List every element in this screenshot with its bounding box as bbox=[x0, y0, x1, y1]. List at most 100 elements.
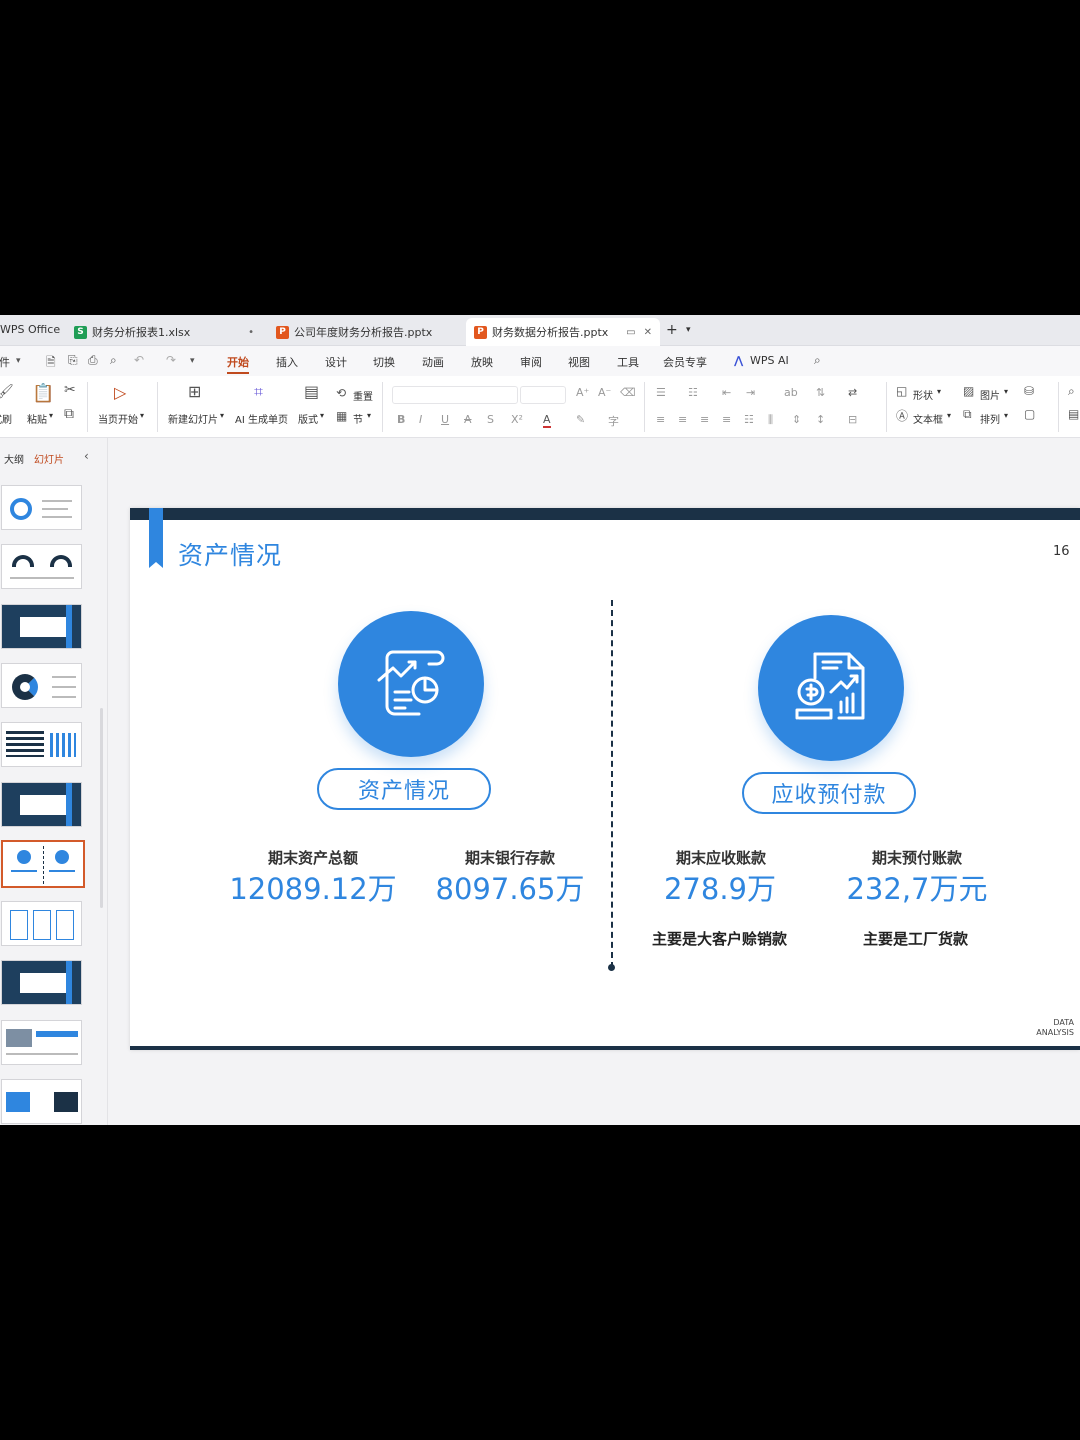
search-icon[interactable]: ⌕ bbox=[814, 353, 821, 368]
clear-format-icon[interactable]: ⌫ bbox=[620, 386, 636, 399]
menu-member[interactable]: 会员专享 bbox=[663, 354, 707, 370]
layout-button[interactable]: 版式 bbox=[298, 411, 318, 426]
redo-icon[interactable]: ↷ bbox=[166, 353, 176, 367]
text-align-box-icon[interactable]: ⊟ bbox=[848, 413, 857, 426]
new-slide-button[interactable]: 新建幻灯片 bbox=[168, 411, 218, 426]
paste-button[interactable]: 粘贴 bbox=[27, 411, 47, 426]
align-right-icon[interactable]: ≡ bbox=[700, 413, 709, 426]
format-painter-icon[interactable]: 🖌 bbox=[0, 384, 14, 400]
monitor-icon[interactable]: ▭ bbox=[626, 327, 635, 338]
italic-icon[interactable]: I bbox=[419, 413, 422, 426]
fill-icon[interactable]: ⛁ bbox=[1024, 384, 1034, 398]
grow-font-icon[interactable]: A⁺ bbox=[576, 386, 589, 399]
menu-wps-ai[interactable]: WPS AI bbox=[750, 354, 789, 367]
chevron-down-icon[interactable]: ▾ bbox=[16, 356, 21, 366]
slide-thumbnail[interactable] bbox=[1, 1020, 82, 1065]
chevron-down-icon[interactable]: ▾ bbox=[190, 356, 195, 366]
shape-icon[interactable]: ◱ bbox=[896, 384, 907, 398]
slide-thumbnail[interactable] bbox=[1, 604, 82, 649]
slide-title[interactable]: 资产情况 bbox=[178, 536, 282, 572]
menu-transition[interactable]: 切换 bbox=[373, 354, 395, 370]
print-preview-icon[interactable]: ⌕ bbox=[110, 353, 117, 368]
format-painter-button[interactable]: 格式刷 bbox=[0, 411, 12, 426]
arrange-icon[interactable]: ⧉ bbox=[963, 407, 972, 422]
play-icon[interactable]: ▷ bbox=[114, 383, 126, 402]
slide-thumbnail-current[interactable] bbox=[1, 840, 85, 888]
columns-icon[interactable]: ⫼ bbox=[768, 413, 773, 427]
reset-button[interactable]: 重置 bbox=[353, 388, 373, 403]
play-from-current-button[interactable]: 当页开始 bbox=[98, 411, 138, 426]
undo-icon[interactable]: ↶ bbox=[134, 353, 144, 367]
strikethrough-icon[interactable]: A bbox=[464, 413, 472, 426]
textbox-icon[interactable]: Ⓐ bbox=[896, 407, 908, 424]
decrease-indent-icon[interactable]: ⇤ bbox=[722, 386, 731, 399]
copy-icon[interactable]: ⧉ bbox=[64, 406, 74, 422]
app-name[interactable]: WPS Office bbox=[0, 323, 60, 336]
menu-review[interactable]: 审阅 bbox=[520, 354, 542, 370]
line-spacing-icon[interactable]: ⇕ bbox=[792, 413, 801, 426]
tab-pptx-active[interactable]: P 财务数据分析报告.pptx ▭ ✕ bbox=[466, 318, 660, 346]
chevron-down-icon[interactable]: ▾ bbox=[140, 411, 144, 420]
menu-animation[interactable]: 动画 bbox=[422, 354, 444, 370]
numbered-list-icon[interactable]: ☷ bbox=[688, 386, 698, 399]
shadow-icon[interactable]: S bbox=[487, 413, 494, 426]
textbox-button[interactable]: 文本框 bbox=[913, 411, 943, 426]
distribute-icon[interactable]: ☷ bbox=[744, 413, 754, 426]
superscript-icon[interactable]: X² bbox=[511, 413, 523, 426]
paste-icon[interactable]: 📋 bbox=[32, 383, 54, 404]
chevron-down-icon[interactable]: ▾ bbox=[1004, 387, 1008, 396]
chevron-down-icon[interactable]: ▾ bbox=[1004, 411, 1008, 420]
tab-outline[interactable]: 大纲 bbox=[4, 451, 24, 466]
save-icon[interactable]: 🗎 bbox=[46, 353, 56, 374]
chevron-down-icon[interactable]: ▾ bbox=[367, 411, 371, 420]
slide-thumbnail[interactable] bbox=[1, 901, 82, 946]
convert-smartart-icon[interactable]: ⇄ bbox=[848, 386, 857, 399]
slide-thumbnail[interactable] bbox=[1, 544, 82, 589]
slide-thumbnail[interactable] bbox=[1, 960, 82, 1005]
export-icon[interactable]: ⎘ bbox=[68, 353, 78, 368]
justify-icon[interactable]: ≡ bbox=[722, 413, 731, 426]
chevron-down-icon[interactable]: ▾ bbox=[320, 411, 324, 420]
picture-button[interactable]: 图片 bbox=[980, 387, 1000, 402]
tab-xlsx[interactable]: S 财务分析报表1.xlsx • bbox=[66, 318, 262, 346]
new-slide-icon[interactable]: ⊞ bbox=[188, 382, 201, 401]
chevron-down-icon[interactable]: ▾ bbox=[937, 387, 941, 396]
font-family-select[interactable] bbox=[392, 386, 518, 404]
tab-slides[interactable]: 幻灯片 bbox=[34, 451, 64, 466]
shape-button[interactable]: 形状 bbox=[913, 387, 933, 402]
reset-icon[interactable]: ⟲ bbox=[336, 386, 346, 400]
slide-thumbnail[interactable] bbox=[1, 663, 82, 708]
cut-icon[interactable]: ✂ bbox=[64, 382, 76, 398]
menu-insert[interactable]: 插入 bbox=[276, 354, 298, 370]
picture-icon[interactable]: ▨ bbox=[963, 384, 974, 398]
shrink-font-icon[interactable]: A⁻ bbox=[598, 386, 611, 399]
arrange-button[interactable]: 排列 bbox=[980, 411, 1000, 426]
ai-page-button[interactable]: AI 生成单页 bbox=[235, 411, 288, 426]
receivables-section-label[interactable]: 应收预付款 bbox=[742, 772, 916, 814]
para-spacing-icon[interactable]: ↕ bbox=[816, 413, 825, 426]
slide-thumbnail[interactable] bbox=[1, 722, 82, 767]
increase-indent-icon[interactable]: ⇥ bbox=[746, 386, 755, 399]
asset-section-label[interactable]: 资产情况 bbox=[317, 768, 491, 810]
close-icon[interactable]: ✕ bbox=[644, 327, 652, 338]
replace-icon[interactable]: ▤ bbox=[1068, 407, 1079, 421]
menu-design[interactable]: 设计 bbox=[325, 354, 347, 370]
char-spacing-icon[interactable]: 字 bbox=[608, 413, 619, 429]
chevron-down-icon[interactable]: ▾ bbox=[686, 325, 691, 335]
align-left-icon[interactable]: ≡ bbox=[656, 413, 665, 426]
chevron-down-icon[interactable]: ▾ bbox=[220, 411, 224, 420]
menu-file[interactable]: 文件 bbox=[0, 354, 10, 370]
layout-icon[interactable]: ▤ bbox=[304, 382, 319, 401]
highlight-icon[interactable]: ✎ bbox=[576, 413, 585, 426]
pane-scrollbar[interactable] bbox=[100, 708, 103, 908]
menu-slideshow[interactable]: 放映 bbox=[471, 354, 493, 370]
align-center-icon[interactable]: ≡ bbox=[678, 413, 687, 426]
chevron-down-icon[interactable]: ▾ bbox=[947, 411, 951, 420]
print-icon[interactable]: ⎙ bbox=[88, 353, 98, 368]
menu-tools[interactable]: 工具 bbox=[617, 354, 639, 370]
collapse-pane-icon[interactable]: ‹ bbox=[84, 449, 89, 463]
slide-thumbnail[interactable] bbox=[1, 485, 82, 530]
slide-thumbnail[interactable] bbox=[1, 782, 82, 827]
menu-home[interactable]: 开始 bbox=[227, 354, 249, 370]
text-direction-icon[interactable]: ab bbox=[784, 386, 798, 399]
